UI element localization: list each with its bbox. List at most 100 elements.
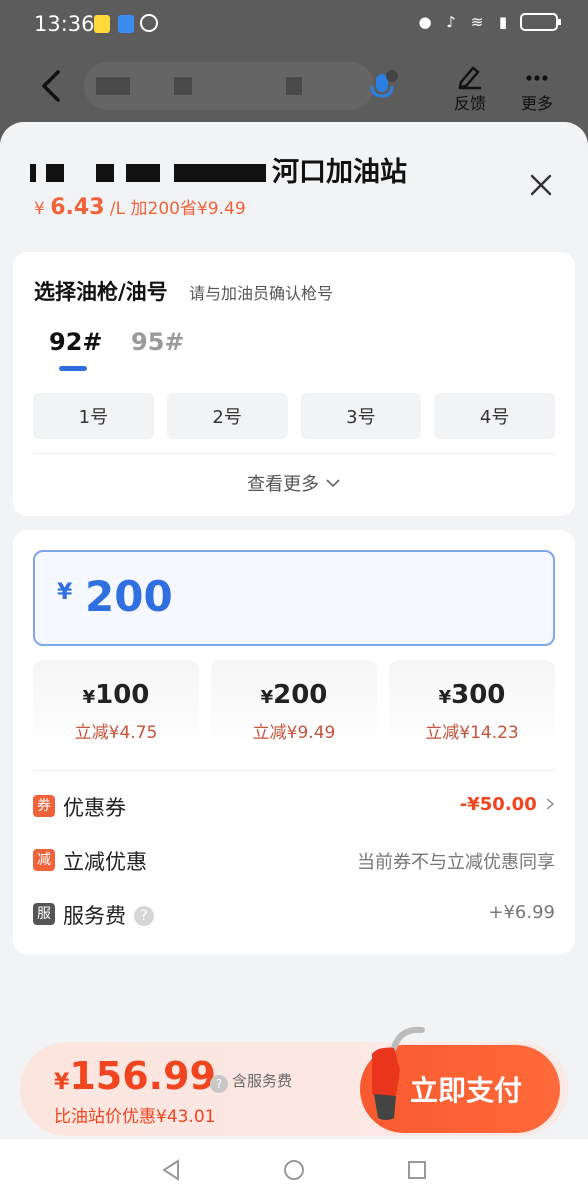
preset-200[interactable]: ¥200 立减¥9.49 [211,660,377,752]
gun-list: 1号 2号 3号 4号 [33,393,555,439]
preset-amount: ¥200 [211,680,377,710]
pay-bar: ¥156.99 ? 含服务费 比油站价优惠¥43.01 立即支付 [20,1026,568,1136]
help-icon: ? [210,1075,228,1093]
more-button[interactable]: 更多 [511,60,563,114]
unit-price: 6.43 [50,195,105,220]
voice-icon[interactable] [368,70,398,104]
divider [33,453,555,454]
redacted-text [96,77,130,95]
preset-value: 100 [95,680,150,710]
service-label: 服务费 [63,904,126,928]
service-badge-icon: 服 [33,903,55,925]
preset-value: 300 [451,680,506,710]
total-amount: ¥156.99 [54,1054,216,1098]
redacted-text [174,164,266,182]
gun-select-card: 选择油枪/油号 请与加油员确认枪号 92# 95# 1号 2号 3号 4号 查看… [13,252,575,516]
weather-icon [118,15,134,33]
amount-value: 200 [85,572,173,621]
instant-discount-row: 减 立减优惠 当前券不与立减优惠同享 [33,846,555,876]
status-time: 13:36 [34,12,95,36]
preset-amount: ¥100 [33,680,199,710]
price-promo: 加200省¥9.49 [130,199,246,219]
gun-option-1[interactable]: 1号 [33,393,154,439]
feedback-button[interactable]: 反馈 [444,60,496,114]
close-icon[interactable] [528,172,554,198]
help-icon[interactable]: ? [134,906,154,926]
price-unit: /L [109,199,126,219]
station-header: 河口加油站 ¥ 6.43 /L 加200省¥9.49 [0,122,588,252]
service-fee-row: 服 服务费? +¥6.99 [33,900,555,930]
mute-icon: ♪ [446,13,456,31]
gun-select-title: 选择油枪/油号 [34,280,168,304]
chevron-down-icon [326,479,340,488]
preset-discount: 立减¥14.23 [425,723,519,743]
preset-value: 200 [273,680,328,710]
redacted-text [174,77,192,95]
edit-icon [458,66,481,90]
nav-back-icon[interactable] [160,1159,182,1181]
preset-discount: 立减¥9.49 [252,723,336,743]
redacted-text [286,77,302,95]
divider [33,770,555,771]
redacted-text [46,164,64,182]
gun-select-subtitle: 请与加油员确认枪号 [189,284,334,303]
gun-option-3[interactable]: 3号 [300,393,422,439]
nav-home-icon[interactable] [283,1159,305,1181]
coupon-row[interactable]: 券 优惠券 -¥50.00 [33,792,555,822]
view-more-link[interactable]: 查看更多 [13,470,575,496]
preset-discount: 立减¥4.75 [74,723,158,743]
price-line: ¥ 6.43 /L 加200省¥9.49 [34,194,246,220]
preset-currency: ¥ [82,687,96,708]
coupon-label: 优惠券 [63,796,126,820]
fuel-nozzle-icon [372,1026,425,1120]
preset-currency: ¥ [438,687,452,708]
includes-fee-note[interactable]: ? 含服务费 [210,1070,292,1093]
preset-100[interactable]: ¥100 立减¥4.75 [33,660,199,752]
back-icon[interactable] [38,68,66,104]
tab-95[interactable]: 95# [131,328,185,356]
preset-amounts: ¥100 立减¥4.75 ¥200 立减¥9.49 ¥300 立减¥14.23 [33,660,555,752]
total-value: 156.99 [69,1054,216,1098]
preset-300[interactable]: ¥300 立减¥14.23 [389,660,555,752]
feedback-label: 反馈 [453,94,486,113]
redacted-text [30,164,36,182]
tab-92[interactable]: 92# [49,328,103,356]
price-currency: ¥ [34,199,45,219]
preset-currency: ¥ [260,687,274,708]
amount-card: ¥ 200 ¥100 立减¥4.75 ¥200 立减¥9.49 ¥300 立减¥… [13,530,575,954]
top-navbar: 反馈 更多 [0,50,588,122]
amount-currency: ¥ [57,580,73,605]
discount-label: 立减优惠 [63,850,147,874]
saving-note: 比油站价优惠¥43.01 [54,1107,216,1127]
coupon-badge-icon: 券 [33,795,55,817]
nav-recents-icon[interactable] [406,1159,428,1181]
gun-option-4[interactable]: 4号 [434,393,555,439]
more-label: 更多 [520,94,553,113]
preset-amount: ¥300 [389,680,555,710]
status-icons: ● ♪ ≋ ▮ [416,12,561,32]
coupon-value-wrap: -¥50.00 [460,794,555,815]
service-label-wrap: 服务费? [63,900,154,930]
station-name: 河口加油站 [272,157,407,188]
payment-sheet: 河口加油站 ¥ 6.43 /L 加200省¥9.49 选择油枪/油号 请与加油员… [0,122,588,1200]
coupon-value: -¥50.00 [459,794,537,815]
redacted-text [126,164,160,182]
redacted-text [96,164,114,182]
service-value: +¥6.99 [488,902,555,923]
view-more-label: 查看更多 [247,474,320,495]
includes-fee-label: 含服务费 [232,1072,293,1090]
chevron-right-icon [546,798,555,810]
discount-value: 当前券不与立减优惠同享 [357,852,555,873]
more-icon [526,75,548,81]
system-nav-bar [0,1138,588,1200]
notification-app-icon [94,15,110,33]
discount-badge-icon: 减 [33,849,55,871]
alarm-icon [140,14,158,32]
gun-option-2[interactable]: 2号 [166,393,288,439]
status-bar: 13:36 ● ♪ ≋ ▮ [0,0,588,50]
total-currency: ¥ [54,1070,70,1095]
amount-input[interactable]: ¥ 200 [33,550,555,646]
signal-icon: ▮ [498,13,508,31]
battery-icon [520,13,561,31]
wifi-icon: ≋ [470,13,484,31]
